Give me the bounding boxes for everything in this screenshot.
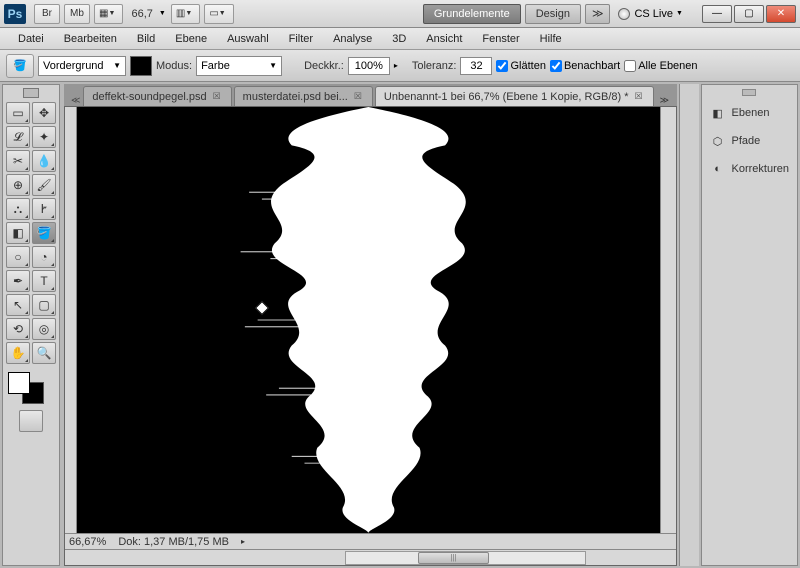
minibridge-button[interactable]: Mb	[64, 4, 90, 24]
pattern-swatch[interactable]	[130, 56, 152, 76]
tab-close-icon[interactable]: ☒	[352, 91, 364, 102]
tab-2[interactable]: Unbenannt-1 bei 66,7% (Ebene 1 Kopie, RG…	[375, 86, 654, 106]
heal-tool[interactable]: ⊕	[6, 174, 30, 196]
cs-live-button[interactable]: CS Live▼	[618, 8, 686, 20]
cs-live-label: CS Live	[634, 8, 673, 20]
eraser-tool[interactable]: ◧	[6, 222, 30, 244]
move-tool2[interactable]: ✥	[32, 102, 56, 124]
panel-collapse[interactable]	[742, 89, 756, 96]
crop-tool[interactable]: ✂	[6, 150, 30, 172]
menu-auswahl[interactable]: Auswahl	[217, 28, 279, 49]
current-tool-icon[interactable]: 🪣	[6, 54, 34, 78]
vertical-ruler	[65, 107, 77, 533]
menu-ansicht[interactable]: Ansicht	[416, 28, 472, 49]
paths-icon: ⬡	[710, 133, 726, 149]
horizontal-scrollbar[interactable]: |||	[65, 549, 676, 565]
adjustments-icon: ◐	[710, 161, 726, 177]
document-tabs: ≪ deffekt-soundpegel.psd☒ musterdatei.ps…	[64, 84, 677, 106]
menu-3d[interactable]: 3D	[382, 28, 416, 49]
blur-tool[interactable]: ○	[6, 246, 30, 268]
minimize-button[interactable]: —	[702, 5, 732, 23]
ps-logo: Ps	[4, 4, 26, 24]
tab-close-icon[interactable]: ☒	[211, 91, 223, 102]
zoom-dropdown[interactable]: ▼	[159, 10, 169, 17]
tab-close-icon[interactable]: ☒	[633, 91, 645, 102]
fill-source-select[interactable]: Vordergrund▼	[38, 56, 126, 76]
quickmask-button[interactable]	[19, 410, 43, 432]
hand-tool[interactable]: ✋	[6, 342, 30, 364]
menu-filter[interactable]: Filter	[279, 28, 323, 49]
view-extras-button[interactable]: ▦▼	[94, 4, 123, 24]
eyedropper-tool[interactable]: 💧	[32, 150, 56, 172]
workspace-essentials[interactable]: Grundelemente	[423, 4, 521, 24]
move-tool[interactable]: ▭	[6, 102, 30, 124]
antialias-checkbox[interactable]: Glätten	[496, 60, 545, 72]
maximize-button[interactable]: ▢	[734, 5, 764, 23]
menu-bearbeiten[interactable]: Bearbeiten	[54, 28, 127, 49]
canvas[interactable]	[77, 107, 660, 533]
menu-bild[interactable]: Bild	[127, 28, 165, 49]
menu-analyse[interactable]: Analyse	[323, 28, 382, 49]
status-arrow-icon[interactable]: ▸	[241, 537, 245, 546]
contiguous-checkbox[interactable]: Benachbart	[550, 60, 620, 72]
status-bar: 66,67% Dok: 1,37 MB/1,75 MB ▸	[65, 533, 676, 549]
tabs-scroll-left[interactable]: ≪	[68, 95, 83, 106]
status-zoom[interactable]: 66,67%	[69, 536, 106, 548]
tab-0[interactable]: deffekt-soundpegel.psd☒	[83, 86, 231, 106]
3d-tool[interactable]: ⟲	[6, 318, 30, 340]
zoom-tool[interactable]: 🔍	[32, 342, 56, 364]
lasso-tool[interactable]: 𝓛	[6, 126, 30, 148]
brush-tool[interactable]: 🖌	[32, 174, 56, 196]
titlebar: Ps Br Mb ▦▼ 66,7 ▼ ▥▼ ▭▼ Grundelemente De…	[0, 0, 800, 28]
shape-tool[interactable]: ▢	[32, 294, 56, 316]
workspace-more[interactable]: ≫	[585, 4, 611, 24]
opacity-input[interactable]	[348, 57, 390, 75]
workspace-design[interactable]: Design	[525, 4, 581, 24]
close-button[interactable]: ✕	[766, 5, 796, 23]
bucket-tool[interactable]: 🪣	[32, 222, 56, 244]
opacity-label: Deckkr.:	[304, 60, 344, 72]
arrange-button[interactable]: ▥▼	[171, 4, 200, 24]
bridge-button[interactable]: Br	[34, 4, 60, 24]
panels-list: ◧Ebenen ⬡Pfade ◐Korrekturen	[701, 84, 798, 566]
menu-hilfe[interactable]: Hilfe	[530, 28, 572, 49]
options-bar: 🪣 Vordergrund▼ Modus: Farbe▼ Deckkr.: ▸ …	[0, 50, 800, 82]
menu-ebene[interactable]: Ebene	[165, 28, 217, 49]
tab-1[interactable]: musterdatei.psd bei...☒	[234, 86, 373, 106]
3d-cam-tool[interactable]: ◎	[32, 318, 56, 340]
panel-ebenen[interactable]: ◧Ebenen	[702, 99, 797, 127]
waveform-image	[198, 107, 539, 533]
menubar: Datei Bearbeiten Bild Ebene Auswahl Filt…	[0, 28, 800, 50]
tabs-scroll-right[interactable]: ≫	[656, 95, 673, 106]
color-swatches[interactable]	[6, 370, 46, 406]
screen-mode-button[interactable]: ▭▼	[204, 4, 233, 24]
path-tool[interactable]: ↖	[6, 294, 30, 316]
status-doc[interactable]: Dok: 1,37 MB/1,75 MB	[118, 536, 229, 548]
tolerance-input[interactable]	[460, 57, 492, 75]
tolerance-label: Toleranz:	[412, 60, 457, 72]
mode-select[interactable]: Farbe▼	[196, 56, 282, 76]
all-layers-checkbox[interactable]: Alle Ebenen	[624, 60, 697, 72]
panel-pfade[interactable]: ⬡Pfade	[702, 127, 797, 155]
foreground-swatch[interactable]	[8, 372, 30, 394]
scroll-thumb[interactable]: |||	[418, 552, 490, 564]
menu-datei[interactable]: Datei	[8, 28, 54, 49]
pen-tool[interactable]: ✒	[6, 270, 30, 292]
wand-tool[interactable]: ✦	[32, 126, 56, 148]
stamp-tool[interactable]: ⛬	[6, 198, 30, 220]
dodge-tool[interactable]: ◔	[32, 246, 56, 268]
layers-icon: ◧	[710, 105, 726, 121]
tools-collapse[interactable]	[23, 88, 39, 98]
panel-korrekturen[interactable]: ◐Korrekturen	[702, 155, 797, 183]
menu-fenster[interactable]: Fenster	[472, 28, 529, 49]
mode-label: Modus:	[156, 60, 192, 72]
zoom-level[interactable]: 66,7	[131, 8, 152, 20]
tools-panel: ▭ ✥ 𝓛 ✦ ✂ 💧 ⊕ 🖌 ⛬ Ꭸ ◧ 🪣 ○ ◔ ✒ T ↖ ▢ ⟲ ◎ …	[2, 84, 60, 566]
collapsed-dock[interactable]	[679, 84, 698, 566]
history-brush-tool[interactable]: Ꭸ	[32, 198, 56, 220]
type-tool[interactable]: T	[32, 270, 56, 292]
vertical-scrollbar[interactable]	[660, 107, 676, 533]
